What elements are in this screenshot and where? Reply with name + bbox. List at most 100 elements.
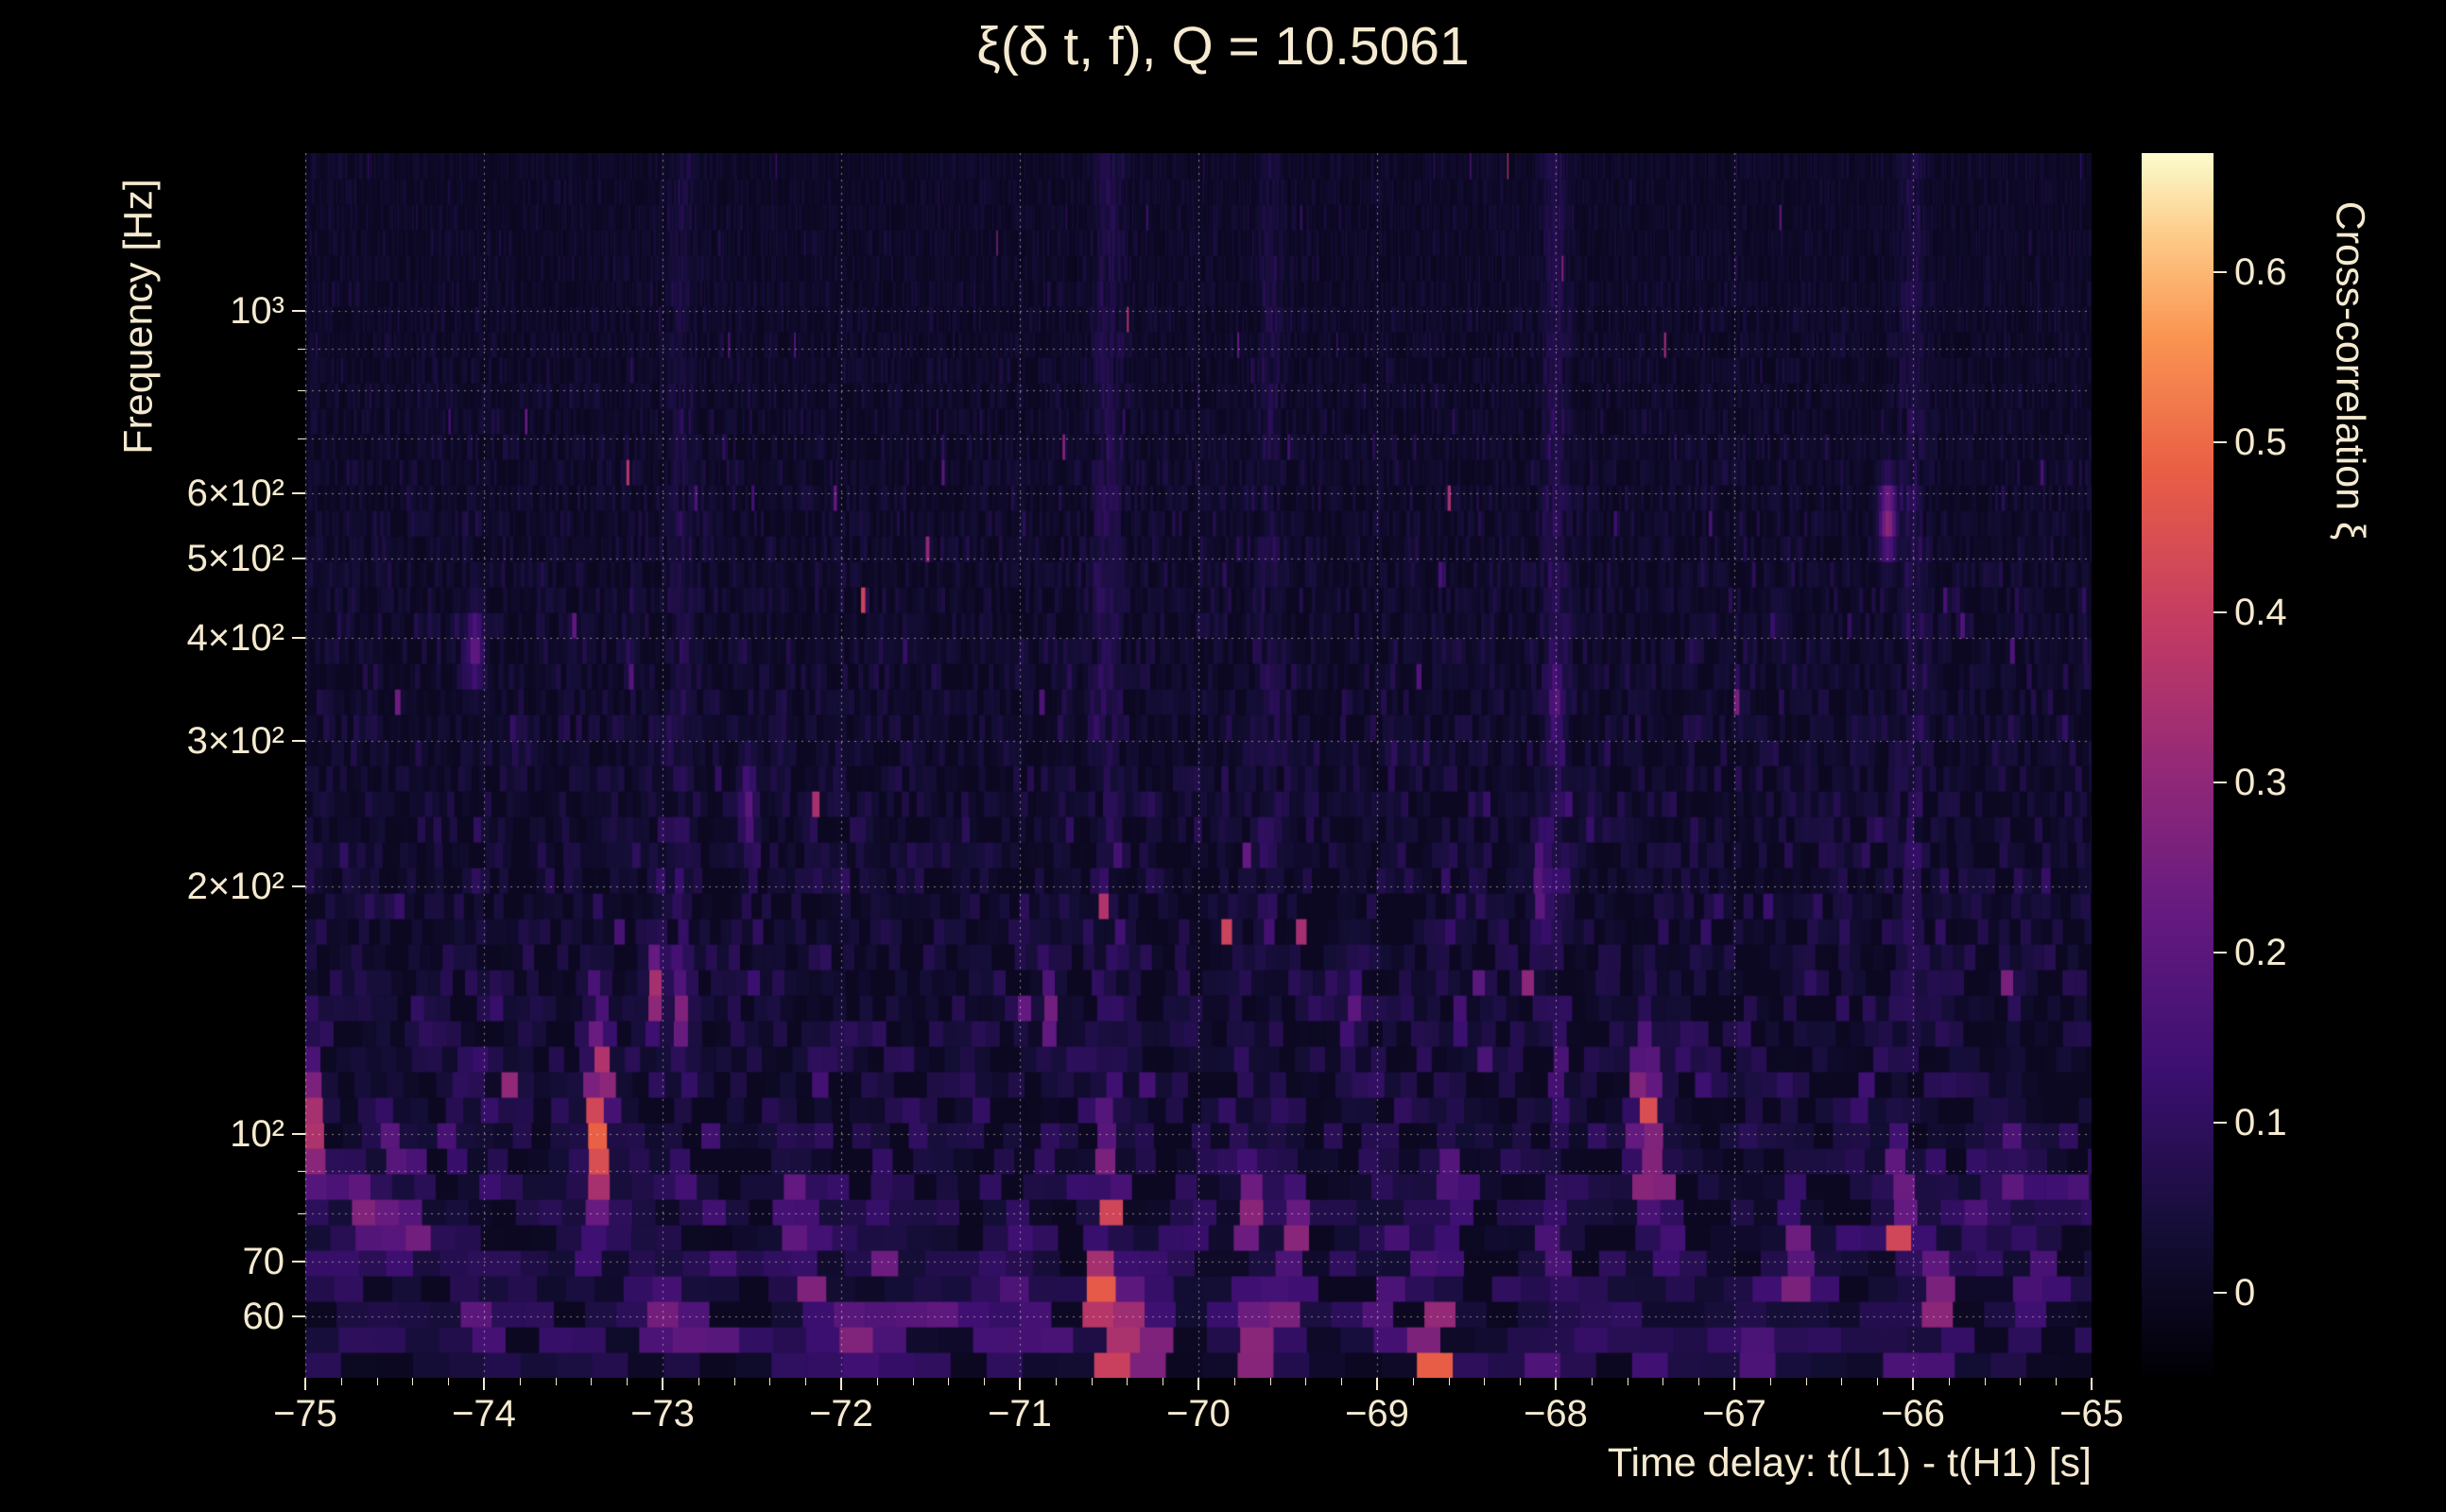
x-minor-tick <box>627 1378 629 1385</box>
y-tick <box>292 1260 305 1263</box>
y-tick-label: 3×10² <box>186 720 284 763</box>
x-minor-tick <box>1877 1378 1879 1385</box>
colorbar <box>2142 153 2213 1378</box>
colorbar-tick-label: 0.6 <box>2234 251 2287 293</box>
colorbar-tick <box>2213 952 2227 954</box>
y-tick <box>292 492 305 495</box>
x-tick-label: −71 <box>988 1393 1052 1435</box>
y-tick <box>292 740 305 743</box>
x-tick-label: −74 <box>452 1393 516 1435</box>
colorbar-tick-label: 0.4 <box>2234 592 2287 633</box>
y-tick-label: 2×10² <box>186 865 284 907</box>
y-tick-label: 6×10² <box>186 472 284 515</box>
y-minor-tick <box>298 1171 305 1173</box>
x-axis-label: Time delay: t(L1) - t(H1) [s] <box>1607 1440 2092 1486</box>
x-tick <box>840 1378 842 1390</box>
y-tick <box>292 1132 305 1135</box>
x-minor-tick <box>984 1378 986 1385</box>
x-tick-label: −70 <box>1166 1393 1231 1435</box>
x-tick-label: −66 <box>1881 1393 1945 1435</box>
y-tick-label: 10² <box>230 1112 284 1155</box>
y-tick-label: 4×10² <box>186 617 284 660</box>
x-minor-tick <box>1698 1378 1700 1385</box>
x-minor-tick <box>1520 1378 1522 1385</box>
x-tick-label: −65 <box>2059 1393 2124 1435</box>
y-minor-tick <box>298 1213 305 1215</box>
x-minor-tick <box>805 1378 807 1385</box>
y-tick <box>292 1314 305 1317</box>
y-tick-label: 10³ <box>230 289 284 332</box>
y-tick <box>292 637 305 640</box>
x-minor-tick <box>1341 1378 1343 1385</box>
colorbar-tick-label: 0.5 <box>2234 421 2287 463</box>
x-tick <box>662 1378 663 1390</box>
x-minor-tick <box>412 1378 414 1385</box>
y-minor-tick <box>298 438 305 439</box>
x-minor-tick <box>948 1378 950 1385</box>
colorbar-tick <box>2213 441 2227 443</box>
colorbar-tick <box>2213 611 2227 613</box>
y-minor-tick <box>298 390 305 392</box>
x-minor-tick <box>1984 1378 1986 1385</box>
colorbar-label: Cross-correlation ξ <box>2327 200 2373 541</box>
x-minor-tick <box>1662 1378 1664 1385</box>
x-minor-tick <box>1769 1378 1771 1385</box>
x-minor-tick <box>733 1378 735 1385</box>
x-minor-tick <box>448 1378 450 1385</box>
x-minor-tick <box>591 1378 593 1385</box>
x-minor-tick <box>912 1378 914 1385</box>
colorbar-tick <box>2213 1292 2227 1294</box>
x-minor-tick <box>1091 1378 1093 1385</box>
y-tick <box>292 309 305 312</box>
x-minor-tick <box>1055 1378 1057 1385</box>
y-tick-label: 5×10² <box>186 538 284 580</box>
colorbar-tick <box>2213 271 2227 273</box>
x-tick <box>1912 1378 1914 1390</box>
x-tick-label: −73 <box>630 1393 695 1435</box>
x-tick-label: −69 <box>1345 1393 1409 1435</box>
x-tick-label: −67 <box>1702 1393 1766 1435</box>
x-tick <box>1555 1378 1557 1390</box>
x-minor-tick <box>1484 1378 1486 1385</box>
heatmap-canvas <box>305 153 2092 1378</box>
colorbar-tick-label: 0.2 <box>2234 932 2287 973</box>
x-minor-tick <box>1805 1378 1807 1385</box>
x-tick-label: −72 <box>809 1393 873 1435</box>
y-minor-tick <box>298 348 305 350</box>
colorbar-tick-label: 0 <box>2234 1272 2256 1314</box>
x-minor-tick <box>1305 1378 1307 1385</box>
x-tick <box>1019 1378 1021 1390</box>
x-minor-tick <box>769 1378 771 1385</box>
x-tick-label: −75 <box>273 1393 337 1435</box>
x-minor-tick <box>519 1378 521 1385</box>
colorbar-tick-label: 0.1 <box>2234 1102 2287 1143</box>
x-minor-tick <box>1591 1378 1593 1385</box>
x-minor-tick <box>876 1378 878 1385</box>
x-minor-tick <box>698 1378 699 1385</box>
x-minor-tick <box>1412 1378 1414 1385</box>
x-tick <box>2091 1378 2093 1390</box>
x-minor-tick <box>1448 1378 1450 1385</box>
x-minor-tick <box>2020 1378 2022 1385</box>
x-tick <box>483 1378 485 1390</box>
x-minor-tick <box>555 1378 557 1385</box>
x-tick <box>1733 1378 1735 1390</box>
x-minor-tick <box>2056 1378 2058 1385</box>
x-tick <box>1197 1378 1199 1390</box>
y-tick <box>292 558 305 560</box>
y-tick-label: 60 <box>242 1295 285 1337</box>
colorbar-tick <box>2213 782 2227 783</box>
x-tick <box>1376 1378 1378 1390</box>
x-minor-tick <box>1948 1378 1950 1385</box>
colorbar-tick <box>2213 1122 2227 1124</box>
x-minor-tick <box>1127 1378 1128 1385</box>
x-minor-tick <box>1841 1378 1843 1385</box>
x-minor-tick <box>1233 1378 1235 1385</box>
y-tick <box>292 885 305 887</box>
x-tick-label: −68 <box>1524 1393 1588 1435</box>
colorbar-tick-label: 0.3 <box>2234 762 2287 803</box>
y-tick-label: 70 <box>242 1240 285 1282</box>
chart-title: ξ(δ t, f), Q = 10.5061 <box>976 16 1470 77</box>
x-minor-tick <box>340 1378 342 1385</box>
x-minor-tick <box>376 1378 378 1385</box>
